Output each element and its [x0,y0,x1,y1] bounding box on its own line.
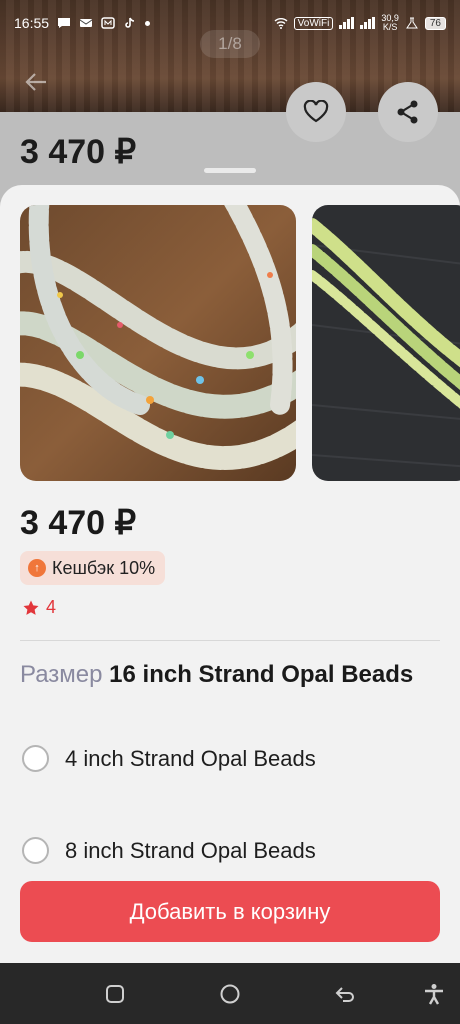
tiktok-icon [125,17,135,28]
product-price: 3 470 ₽ [20,504,137,542]
size-option-8-inch[interactable]: 8 inch Strand Opal Beads [22,837,316,864]
flask-icon [405,17,418,29]
divider [20,640,440,641]
share-icon [397,100,418,124]
system-nav-bar [0,963,460,1024]
chat-icon [58,18,71,28]
signal-1-icon [339,17,355,29]
cashback-badge: ↑ Кешбэк 10% [20,551,166,585]
product-photo-2[interactable] [312,205,460,481]
add-to-cart-button[interactable]: Добавить в корзину [20,881,440,942]
background-price: 3 470 ₽ [20,133,137,171]
radio-button[interactable] [22,837,49,864]
status-time: 16:55 [14,15,50,31]
size-heading: Размер 16 inch Strand Opal Beads [20,661,413,689]
size-option-label: 4 inch Strand Opal Beads [65,745,316,771]
back-arrow-icon[interactable] [22,68,50,96]
accessibility-icon[interactable] [423,983,445,1005]
size-option-label: 8 inch Strand Opal Beads [65,837,316,863]
rating-value: 4 [46,597,57,617]
square-nav-icon[interactable] [104,983,126,1005]
mail-icon [79,19,93,27]
battery-indicator: 76 [424,16,446,30]
signal-2-icon [360,17,376,29]
star-icon [23,600,39,615]
heart-icon [303,100,329,123]
cashback-icon: ↑ [28,559,46,577]
sheet-drag-handle[interactable] [204,168,256,173]
notification-dot-icon [145,20,151,26]
size-bottom-sheet: 3 470 ₽ ↑ Кешбэк 10% 4 Размер 16 inch St… [0,185,460,963]
back-nav-icon[interactable] [334,983,356,1005]
share-button[interactable] [378,82,438,142]
cashback-label: Кешбэк 10% [52,557,156,578]
size-option-4-inch[interactable]: 4 inch Strand Opal Beads [22,745,316,772]
size-label: Размер [20,661,103,688]
gallery-counter: 1/8 [200,30,260,58]
app-icon [101,17,115,29]
wifi-icon [274,18,288,29]
favorite-button[interactable] [286,82,346,142]
home-nav-icon[interactable] [219,983,241,1005]
product-gallery[interactable] [20,205,460,481]
rating[interactable]: 4 [22,597,56,618]
size-selected-value: 16 inch Strand Opal Beads [109,661,414,688]
net-speed: 30,9 K/S [381,13,399,32]
radio-button[interactable] [22,745,49,772]
vowifi-badge: VoWiFi [293,16,334,30]
product-photo-1[interactable] [20,205,296,481]
